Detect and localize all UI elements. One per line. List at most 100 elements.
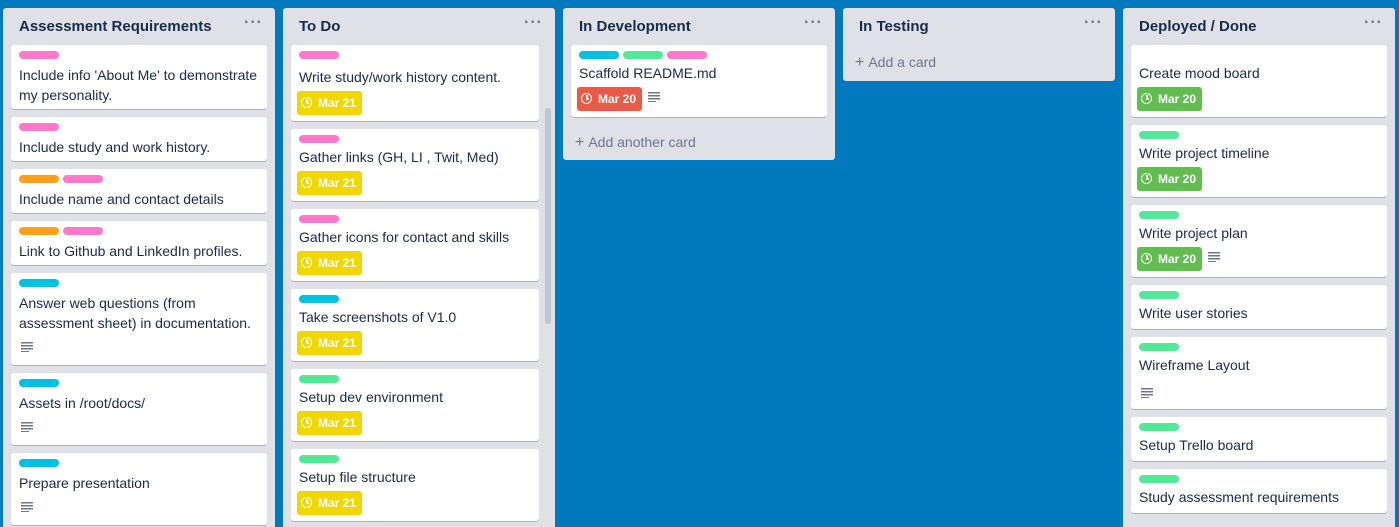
list-header[interactable]: To Do ···: [283, 8, 555, 46]
card[interactable]: Scaffold README.md Mar 20: [571, 45, 827, 117]
label-orange[interactable]: [19, 227, 59, 235]
card[interactable]: Prepare presentation: [11, 453, 267, 525]
card[interactable]: Setup dev environment Mar 21: [291, 369, 539, 441]
card[interactable]: Take screenshots of V1.0 Mar 21: [291, 289, 539, 361]
label-green[interactable]: [1139, 343, 1179, 351]
scroll-thumb[interactable]: [545, 108, 551, 324]
card-labels[interactable]: [299, 455, 343, 463]
label-cyan[interactable]: [579, 51, 619, 59]
card-labels[interactable]: [1139, 423, 1183, 431]
card[interactable]: Write project plan Mar 20: [1131, 205, 1387, 277]
card[interactable]: Gather links (GH, LI , Twit, Med) Mar 21: [291, 129, 539, 201]
card-labels[interactable]: [579, 51, 711, 59]
list-header[interactable]: In Testing ···: [843, 8, 1115, 46]
due-date-badge[interactable]: Mar 20: [1137, 247, 1203, 271]
list-header[interactable]: Assessment Requirements ···: [3, 8, 275, 46]
label-green[interactable]: [1139, 291, 1179, 299]
card[interactable]: Include info 'About Me' to demonstrate m…: [11, 45, 267, 109]
card[interactable]: Write project timeline Mar 20: [1131, 125, 1387, 197]
list-header[interactable]: In Development ···: [563, 8, 835, 46]
card-labels[interactable]: [19, 123, 63, 131]
due-date-badge[interactable]: Mar 21: [297, 491, 363, 515]
label-pink[interactable]: [299, 215, 339, 223]
card-badges: Mar 21: [297, 411, 368, 435]
card-labels[interactable]: [1139, 475, 1183, 483]
label-green[interactable]: [623, 51, 663, 59]
card-labels[interactable]: [19, 459, 63, 467]
label-pink[interactable]: [299, 51, 339, 59]
label-cyan[interactable]: [19, 459, 59, 467]
list-title[interactable]: In Development: [579, 18, 691, 35]
card[interactable]: Setup Trello board: [1131, 417, 1387, 461]
more-menu-icon[interactable]: ···: [1364, 14, 1383, 32]
card[interactable]: Setup file structure Mar 21: [291, 449, 539, 521]
due-date-badge[interactable]: Mar 20: [1137, 167, 1203, 191]
label-green[interactable]: [1139, 131, 1179, 139]
label-green[interactable]: [299, 375, 339, 383]
card-labels[interactable]: [299, 51, 343, 59]
more-menu-icon[interactable]: ···: [244, 14, 263, 32]
label-green[interactable]: [1139, 475, 1179, 483]
label-cyan[interactable]: [19, 379, 59, 387]
card-labels[interactable]: [19, 279, 63, 287]
card-labels[interactable]: [19, 227, 107, 235]
card[interactable]: Wireframe Layout: [1131, 337, 1387, 409]
label-pink[interactable]: [63, 227, 103, 235]
card-labels[interactable]: [299, 215, 343, 223]
add-card-button[interactable]: + Add a card: [855, 54, 936, 72]
label-cyan[interactable]: [299, 295, 339, 303]
card-title: Study assessment requirements: [1139, 489, 1339, 505]
card-labels[interactable]: [19, 51, 63, 59]
card[interactable]: Write study/work history content. Mar 21: [291, 45, 539, 121]
add-another-card-button[interactable]: + Add another card: [575, 134, 696, 152]
list-scrollbar[interactable]: [545, 46, 551, 527]
card[interactable]: Study assessment requirements: [1131, 469, 1387, 513]
card-labels[interactable]: [19, 175, 107, 183]
due-date-badge[interactable]: Mar 21: [297, 171, 363, 195]
card-labels[interactable]: [299, 295, 343, 303]
label-cyan[interactable]: [19, 279, 59, 287]
card-title: Setup file structure: [299, 469, 416, 485]
list-title[interactable]: In Testing: [859, 18, 929, 35]
label-pink[interactable]: [19, 123, 59, 131]
label-pink[interactable]: [63, 175, 103, 183]
due-date-badge[interactable]: Mar 21: [297, 411, 363, 435]
card-labels[interactable]: [1139, 343, 1183, 351]
card-labels[interactable]: [299, 375, 343, 383]
card-labels[interactable]: [1139, 211, 1183, 219]
card[interactable]: Create mood board Mar 20: [1131, 45, 1387, 117]
more-menu-icon[interactable]: ···: [524, 14, 543, 32]
card[interactable]: Write user stories: [1131, 285, 1387, 329]
card[interactable]: Assets in /root/docs/: [11, 373, 267, 445]
label-green[interactable]: [1139, 211, 1179, 219]
list-title[interactable]: Assessment Requirements: [19, 18, 212, 35]
card-badges: Mar 21: [297, 251, 368, 275]
label-orange[interactable]: [19, 175, 59, 183]
card-labels[interactable]: [1139, 291, 1183, 299]
due-date-badge[interactable]: Mar 21: [297, 91, 363, 115]
list-title[interactable]: Deployed / Done: [1139, 18, 1257, 35]
due-date-badge[interactable]: Mar 20: [577, 87, 643, 111]
more-menu-icon[interactable]: ···: [804, 14, 823, 32]
label-green[interactable]: [1139, 423, 1179, 431]
card-labels[interactable]: [19, 379, 63, 387]
card-labels[interactable]: [1139, 131, 1183, 139]
list-header[interactable]: Deployed / Done ···: [1123, 8, 1395, 46]
label-pink[interactable]: [19, 51, 59, 59]
due-date-badge[interactable]: Mar 21: [297, 331, 363, 355]
more-menu-icon[interactable]: ···: [1084, 14, 1103, 32]
card[interactable]: Include name and contact details: [11, 169, 267, 213]
label-pink[interactable]: [667, 51, 707, 59]
card[interactable]: Gather icons for contact and skills Mar …: [291, 209, 539, 281]
card-labels[interactable]: [299, 135, 343, 143]
list-to-do: To Do ··· Write study/work history conte…: [283, 8, 555, 527]
card[interactable]: Answer web questions (from assessment sh…: [11, 273, 267, 365]
card[interactable]: Include study and work history.: [11, 117, 267, 161]
card[interactable]: Link to Github and LinkedIn profiles.: [11, 221, 267, 265]
list-title[interactable]: To Do: [299, 18, 340, 35]
clock-icon: [1141, 253, 1152, 265]
label-green[interactable]: [299, 455, 339, 463]
due-date-badge[interactable]: Mar 20: [1137, 87, 1203, 111]
label-pink[interactable]: [299, 135, 339, 143]
due-date-badge[interactable]: Mar 21: [297, 251, 363, 275]
